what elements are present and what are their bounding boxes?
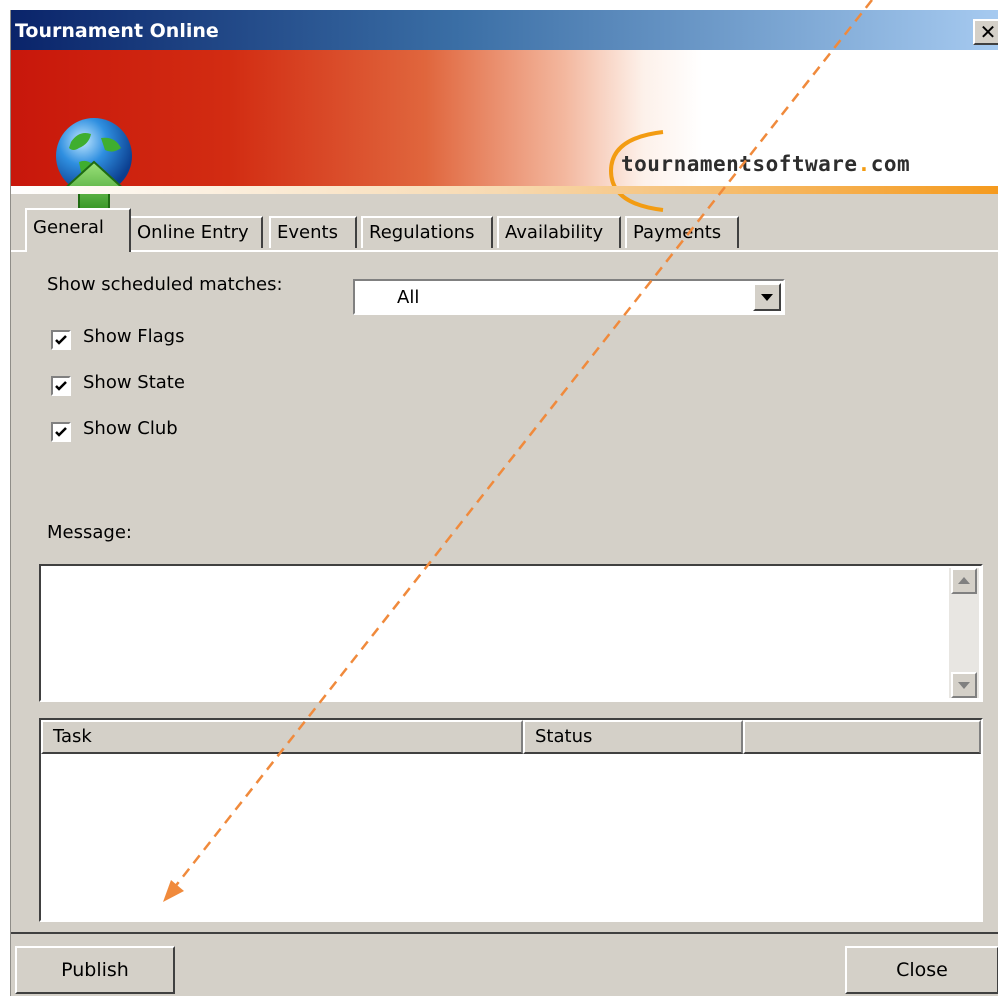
tab-general[interactable]: General — [25, 208, 131, 252]
annotation-arrow — [163, 0, 873, 902]
